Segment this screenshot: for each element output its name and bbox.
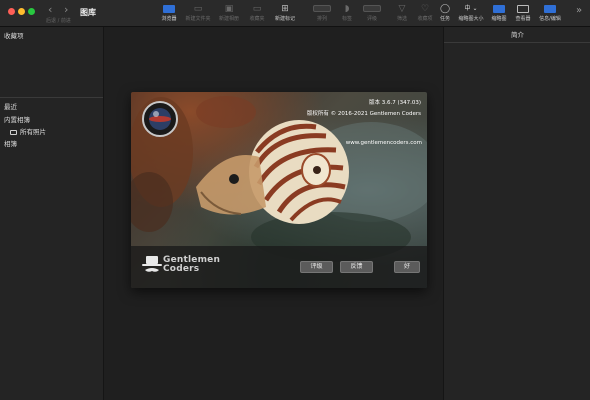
ok-button[interactable]: 好 xyxy=(394,261,420,273)
gentleman-hat-icon xyxy=(142,256,162,272)
browser-icon xyxy=(154,3,184,15)
new-tag-button[interactable]: ⊞ 新建标记 xyxy=(270,3,300,25)
about-footer: Gentlemen Coders 评级 反馈 好 xyxy=(131,246,427,288)
toolbar: ‹ › 后退 / 前进 图库 浏览器 ▭ 新建文件夹 ▣ 新建相册 ▭ 收藏夹 … xyxy=(0,0,590,27)
thumbnail-size-select[interactable]: 中 ⌄ xyxy=(456,3,486,15)
new-tag-label: 新建标记 xyxy=(274,16,295,22)
about-dialog: 版本 3.6.7 (347.03) 版权所有 © 2016-2021 Gentl… xyxy=(131,92,427,288)
nautilus-shell xyxy=(249,120,349,224)
tag-icon: ⊞ xyxy=(281,4,289,14)
sidebar: 收藏项 最近 内置相簿 所有照片 相簿 xyxy=(0,27,104,400)
rate-button[interactable]: 评级 xyxy=(300,261,333,273)
app-lens-icon xyxy=(142,101,178,137)
inspector-title: 简介 xyxy=(511,31,524,39)
logo-line-2: Coders xyxy=(163,264,200,274)
version-text: 版本 3.6.7 (347.03) xyxy=(368,100,421,106)
favorites-folder-icon: ▭ xyxy=(252,4,262,14)
photo-icon xyxy=(10,129,17,135)
sidebar-section-builtin-albums[interactable]: 内置相簿 xyxy=(4,114,30,124)
album-icon: ▣ xyxy=(224,4,234,14)
forward-icon[interactable]: › xyxy=(64,4,68,15)
inspector-panel: 简介 xyxy=(443,27,590,400)
thumbnail-size-value: 中 xyxy=(464,5,471,12)
inspector-divider xyxy=(444,42,590,43)
chevron-down-icon: ⌄ xyxy=(472,5,478,12)
sidebar-item-all-photos[interactable]: 所有照片 xyxy=(10,126,46,136)
feedback-button[interactable]: 反馈 xyxy=(340,261,373,273)
copyright-text: 版权所有 © 2016-2021 Gentlemen Coders xyxy=(306,111,421,117)
viewer-icon xyxy=(508,3,538,15)
rating-select-icon xyxy=(357,3,387,15)
nav-label: 后退 / 前进 xyxy=(46,18,71,24)
zoom-window-button[interactable] xyxy=(28,8,35,15)
gentlemen-coders-logo: Gentlemen Coders xyxy=(163,256,220,274)
window-title: 图库 xyxy=(80,8,96,17)
website-link[interactable]: www.gentlemencoders.com xyxy=(346,140,422,146)
back-icon[interactable]: ‹ xyxy=(48,4,52,15)
info-edit-button[interactable]: 信息/编辑 xyxy=(535,3,565,25)
folder-icon: ▭ xyxy=(193,4,203,14)
info-edit-icon xyxy=(535,3,565,15)
close-window-button[interactable] xyxy=(8,8,15,15)
toolbar-overflow-icon[interactable]: » xyxy=(576,5,582,16)
sidebar-section-favorites[interactable]: 收藏项 xyxy=(4,30,24,40)
sidebar-divider xyxy=(0,97,103,98)
sidebar-section-recent[interactable]: 最近 xyxy=(4,101,17,111)
sidebar-section-albums[interactable]: 相簿 xyxy=(4,138,17,148)
info-edit-label: 信息/编辑 xyxy=(539,16,561,22)
minimize-window-button[interactable] xyxy=(18,8,25,15)
sidebar-item-label: 所有照片 xyxy=(20,128,46,136)
